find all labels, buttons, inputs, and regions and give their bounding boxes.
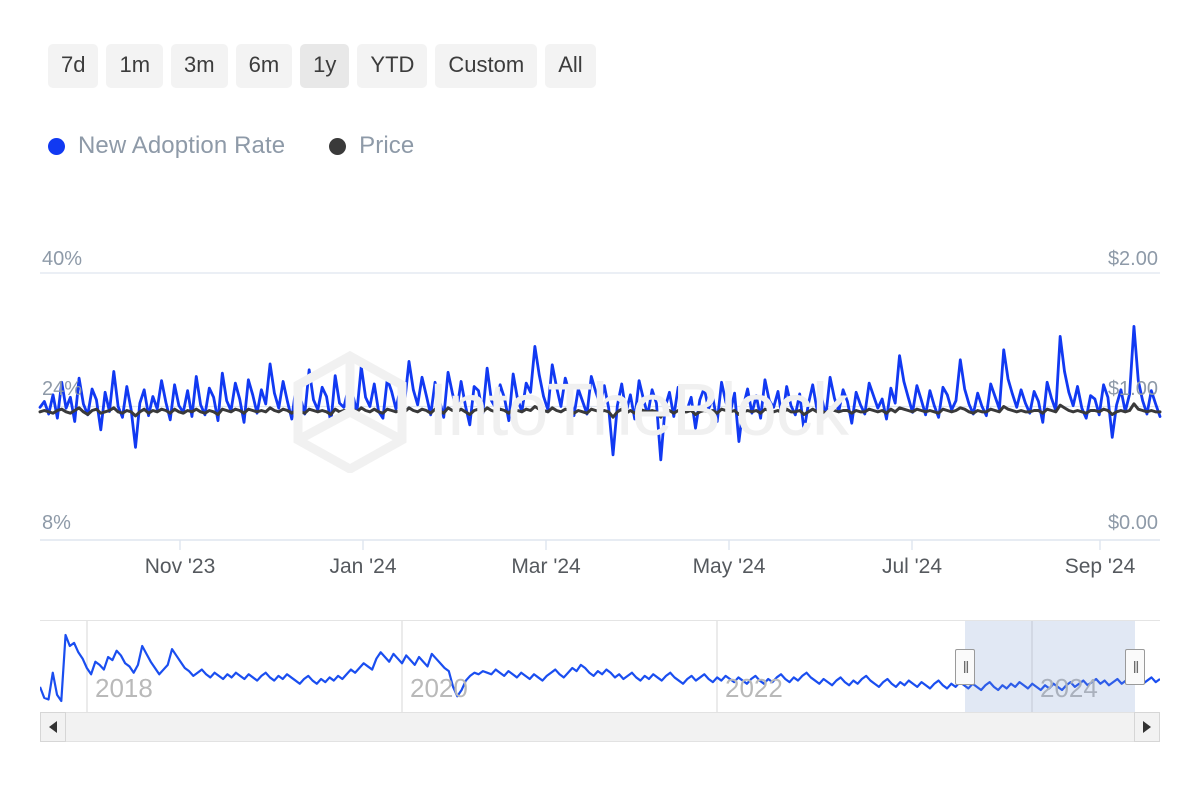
right-arrow-icon (1143, 721, 1151, 733)
range-button-6m[interactable]: 6m (235, 44, 293, 88)
range-button-7d[interactable]: 7d (48, 44, 99, 88)
x-axis-tick-labels: Nov '23 Jan '24 Mar '24 May '24 Jul '24 Sep '… (0, 555, 1200, 591)
navigator-sparkline-svg (40, 621, 1160, 713)
y-axis-right-label-bottom: $0.00 (1107, 512, 1158, 534)
y-axis-right-label-top: $2.00 (1107, 248, 1158, 270)
x-axis-tick-5: Sep '24 (1064, 555, 1136, 578)
y-axis-left-label-bottom: 8% (42, 512, 71, 534)
grip-icon: ‖ (1132, 657, 1139, 677)
main-chart-svg (38, 272, 1162, 550)
range-button-ytd[interactable]: YTD (357, 44, 428, 88)
x-axis-tick-2: Mar '24 (511, 555, 581, 578)
navigator-year-2024: 2024 (1040, 673, 1098, 703)
main-chart-area[interactable] (0, 230, 1200, 550)
legend-label: New Adoption Rate (78, 132, 286, 159)
legend-marker-icon (329, 137, 347, 155)
navigator-year-2020: 2020 (410, 673, 468, 703)
left-arrow-icon (49, 721, 57, 733)
navigator-year-2018: 2018 (95, 673, 153, 703)
legend-label: Price (359, 132, 415, 159)
range-button-1y[interactable]: 1y (300, 44, 350, 88)
chart-legend: New Adoption Rate Price (48, 132, 414, 160)
scroll-right-button[interactable] (1134, 712, 1160, 742)
x-axis-tick-0: Nov '23 (144, 555, 216, 578)
chart-scrollbar[interactable]: ||| (40, 712, 1160, 742)
navigator-handle-right[interactable]: ‖ (1125, 649, 1145, 685)
scroll-left-button[interactable] (40, 712, 66, 742)
x-axis-tick-1: Jan '24 (329, 555, 397, 578)
time-range-button-group: 7d 1m 3m 6m 1y YTD Custom All (48, 44, 596, 88)
legend-item-price[interactable]: Price (329, 132, 414, 160)
range-button-1m[interactable]: 1m (106, 44, 164, 88)
navigator-handle-left[interactable]: ‖ (955, 649, 975, 685)
y-axis-left-label-top: 40% (42, 248, 83, 270)
range-button-3m[interactable]: 3m (171, 44, 228, 88)
legend-marker-icon (48, 137, 65, 155)
range-button-custom[interactable]: Custom (435, 44, 538, 88)
range-navigator[interactable]: 2018 2020 2022 2024 ‖ ‖ (40, 620, 1160, 713)
chart-page: 7d 1m 3m 6m 1y YTD Custom All New Adoption Rate… (0, 0, 1200, 800)
legend-item-new-adoption-rate[interactable]: New Adoption Rate (48, 132, 285, 160)
range-button-all[interactable]: All (545, 44, 596, 88)
y-axis-right-label-mid: $1.00 (1107, 378, 1158, 400)
y-axis-left-label-mid: 24% (42, 378, 83, 400)
scrollbar-track[interactable]: ||| (66, 712, 1134, 742)
navigator-year-2022: 2022 (725, 673, 783, 703)
x-axis-tick-4: Jul '24 (881, 555, 943, 578)
grip-icon: ‖ (962, 657, 969, 677)
x-axis-tick-3: May '24 (692, 555, 766, 578)
